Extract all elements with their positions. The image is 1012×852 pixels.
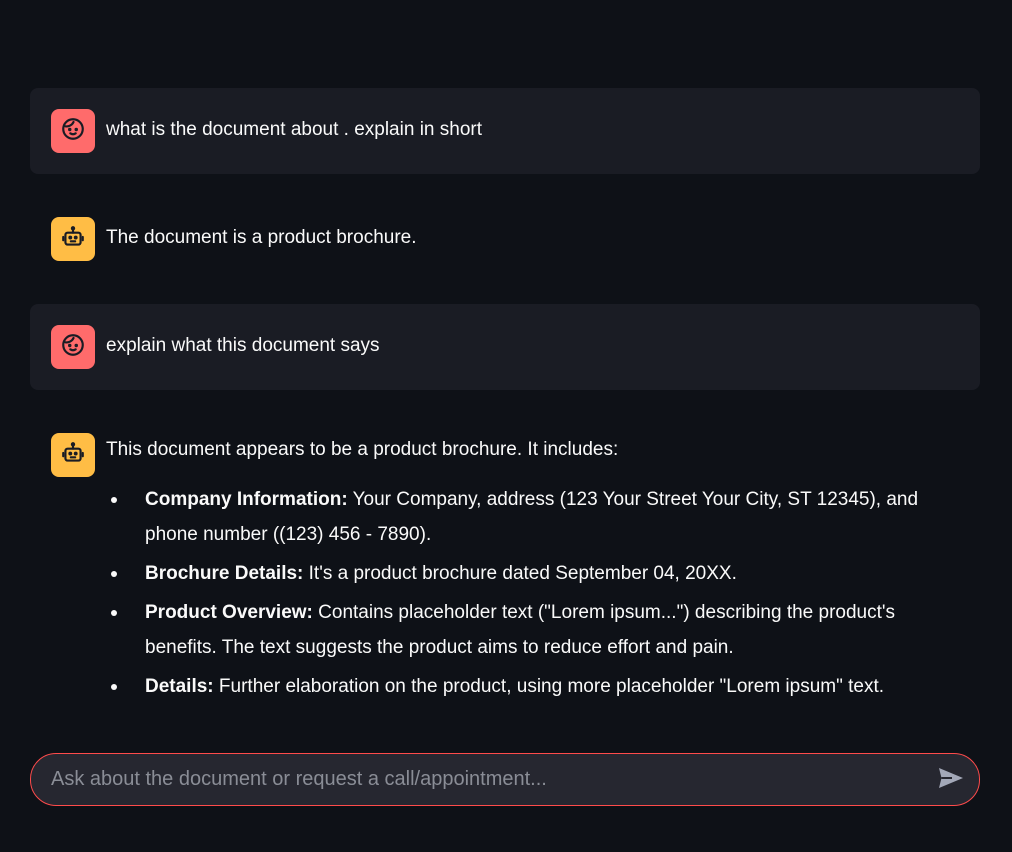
list-item: Brochure Details: It's a product brochur… <box>106 556 960 591</box>
send-icon <box>938 767 964 794</box>
list-item: Product Overview: Contains placeholder t… <box>106 595 960 665</box>
chat-message-assistant: This document appears to be a product br… <box>30 412 980 712</box>
list-item: Details: Further elaboration on the prod… <box>106 669 960 704</box>
list-item-label: Details: <box>145 676 214 697</box>
assistant-message-text: The document is a product brochure. <box>106 227 417 248</box>
chat-message-assistant: The document is a product brochure. <box>30 196 980 282</box>
chat-input[interactable] <box>51 754 911 805</box>
user-face-icon <box>60 116 86 147</box>
chat-message-user: what is the document about . explain in … <box>30 88 980 174</box>
list-item-label: Product Overview: <box>145 602 313 623</box>
user-message-text: what is the document about . explain in … <box>106 119 483 140</box>
user-face-icon <box>60 332 86 363</box>
list-item-text: It's a product brochure dated September … <box>303 563 737 584</box>
send-button[interactable] <box>937 766 965 794</box>
assistant-message-body: This document appears to be a product br… <box>106 438 960 708</box>
chat-message-user: explain what this document says <box>30 304 980 390</box>
user-avatar <box>51 325 95 369</box>
list-item: Company Information: Your Company, addre… <box>106 482 960 552</box>
assistant-message-intro: This document appears to be a product br… <box>106 439 619 460</box>
robot-icon <box>60 224 86 255</box>
robot-icon <box>60 440 86 471</box>
chat-input-container <box>30 753 980 806</box>
summary-list: Company Information: Your Company, addre… <box>106 482 960 704</box>
list-item-label: Company Information: <box>145 489 348 510</box>
user-message-text: explain what this document says <box>106 335 380 356</box>
list-item-label: Brochure Details: <box>145 563 304 584</box>
user-avatar <box>51 109 95 153</box>
assistant-avatar <box>51 217 95 261</box>
list-item-text: Further elaboration on the product, usin… <box>213 676 885 697</box>
assistant-avatar <box>51 433 95 477</box>
